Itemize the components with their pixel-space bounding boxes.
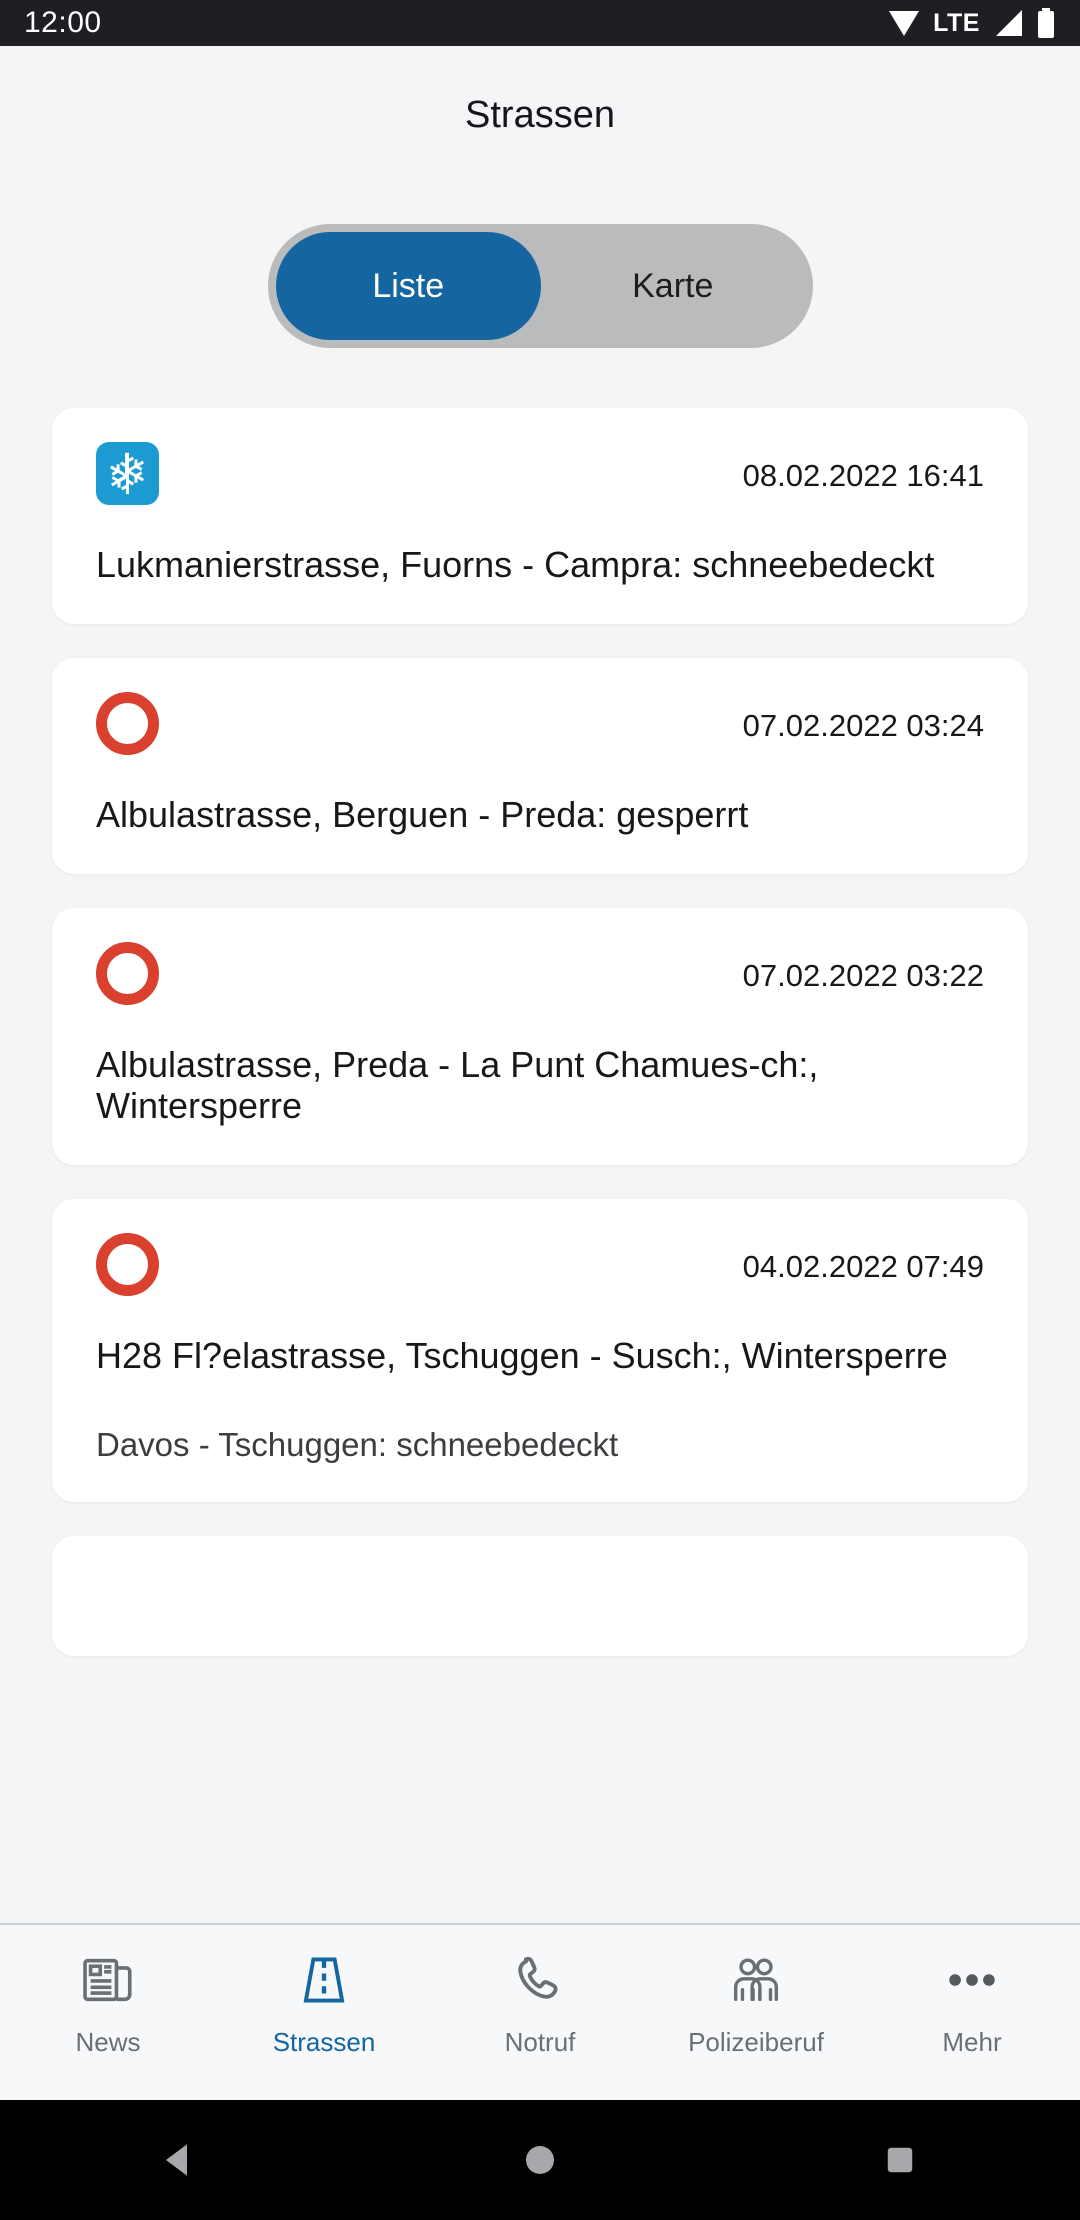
- road-icon: [295, 1947, 353, 2013]
- card-timestamp: 07.02.2022 03:24: [742, 707, 984, 743]
- snowflake-icon: [96, 442, 159, 505]
- card-header: 08.02.2022 16:41: [96, 442, 984, 514]
- nav-label-strassen: Strassen: [272, 2027, 376, 2057]
- nav-item-mehr[interactable]: Mehr: [864, 1925, 1080, 2058]
- ellipsis-icon: [943, 1947, 1001, 2013]
- nav-label-notruf: Notruf: [504, 2027, 576, 2057]
- back-button[interactable]: [120, 2100, 240, 2220]
- recents-button[interactable]: [840, 2100, 960, 2220]
- card-timestamp: 07.02.2022 03:22: [742, 957, 984, 993]
- android-system-nav: [0, 2100, 1080, 2220]
- newspaper-icon: [79, 1947, 137, 2013]
- bottom-navigation: News Strassen Notruf Polizeiberuf Mehr: [0, 1923, 1080, 2100]
- nav-label-polizeiberuf: Polizeiberuf: [688, 2027, 824, 2057]
- app-screen: 12:00 LTE Strassen Liste Karte 08.02.202…: [0, 0, 1080, 2220]
- tab-karte[interactable]: Karte: [541, 232, 806, 340]
- list-item[interactable]: 07.02.2022 03:24 Albulastrasse, Berguen …: [52, 657, 1028, 874]
- nav-item-polizeiberuf[interactable]: Polizeiberuf: [648, 1925, 864, 2058]
- card-title: Albulastrasse, Berguen - Preda: gesperrt: [96, 793, 749, 835]
- list-item[interactable]: 08.02.2022 16:41 Lukmanierstrasse, Fuorn…: [52, 408, 1028, 624]
- page-title: Strassen: [465, 94, 615, 136]
- phone-icon: [511, 1947, 569, 2013]
- card-header: 07.02.2022 03:24: [96, 691, 984, 764]
- nav-item-news[interactable]: News: [0, 1925, 216, 2058]
- view-mode-segmented-control[interactable]: Liste Karte: [268, 224, 813, 348]
- status-clock: 12:00: [24, 6, 102, 39]
- network-type-label: LTE: [933, 8, 980, 37]
- wifi-icon: [888, 9, 920, 37]
- list-item[interactable]: 07.02.2022 03:22 Albulastrasse, Preda - …: [52, 907, 1028, 1165]
- road-closed-icon: [96, 1233, 159, 1296]
- card-title: H28 Fl?elastrasse, Tschuggen - Susch:, W…: [96, 1335, 948, 1376]
- card-header: 04.02.2022 07:49: [96, 1233, 984, 1305]
- list-item-partial[interactable]: [52, 1536, 1028, 1657]
- battery-icon: [1036, 8, 1056, 38]
- card-header: 07.02.2022 03:22: [96, 941, 984, 1014]
- road-report-list[interactable]: 08.02.2022 16:41 Lukmanierstrasse, Fuorn…: [0, 408, 1080, 1923]
- tab-liste[interactable]: Liste: [276, 232, 541, 340]
- nav-label-news: News: [75, 2027, 141, 2057]
- status-bar: 12:00 LTE: [0, 0, 1080, 46]
- card-title: Lukmanierstrasse, Fuorns - Campra: schne…: [96, 544, 935, 585]
- road-closed-icon: [96, 941, 159, 1005]
- people-icon: [727, 1947, 785, 2013]
- signal-icon: [993, 9, 1023, 37]
- nav-item-strassen[interactable]: Strassen: [216, 1925, 432, 2058]
- card-timestamp: 08.02.2022 16:41: [742, 458, 984, 493]
- status-icon-group: LTE: [888, 8, 1056, 38]
- home-button[interactable]: [480, 2100, 600, 2220]
- nav-item-notruf[interactable]: Notruf: [432, 1925, 648, 2058]
- road-closed-icon: [96, 691, 159, 755]
- card-subtitle: Davos - Tschuggen: schneebedeckt: [96, 1425, 619, 1463]
- card-timestamp: 04.02.2022 07:49: [742, 1249, 984, 1284]
- card-title: Albulastrasse, Preda - La Punt Chamues-c…: [96, 1043, 819, 1127]
- nav-label-mehr: Mehr: [942, 2027, 1002, 2057]
- list-item[interactable]: 04.02.2022 07:49 H28 Fl?elastrasse, Tsch…: [52, 1199, 1028, 1503]
